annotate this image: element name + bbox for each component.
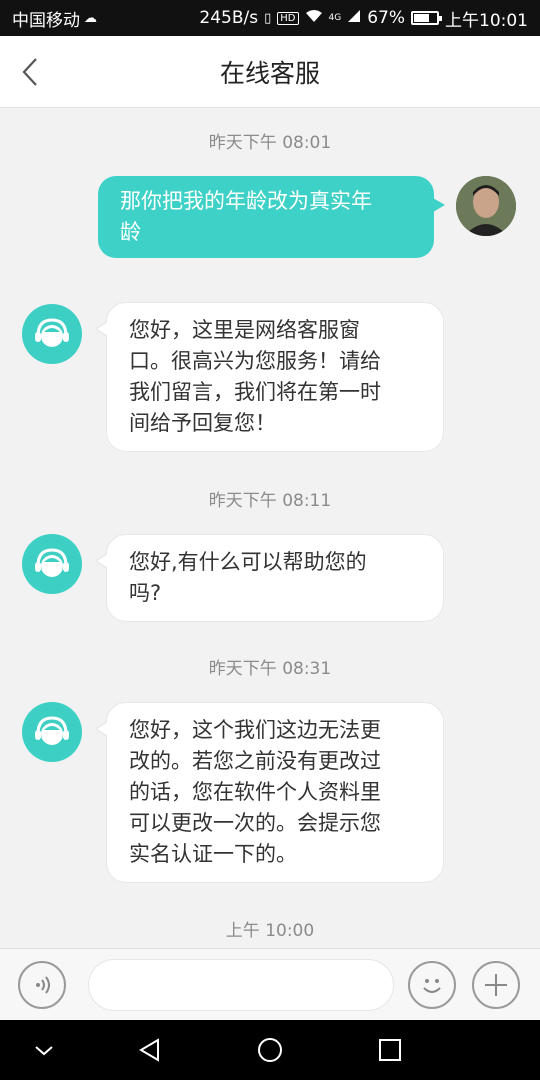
user-message-bubble[interactable]: 那你把我的年龄改为真实年 龄	[98, 176, 445, 258]
message-line: 可以更改一次的。会提示您	[129, 811, 381, 835]
message-line: 龄	[120, 220, 141, 244]
status-left: 中国移动 ☁	[12, 6, 97, 31]
service-avatar[interactable]	[22, 304, 82, 364]
cloud-icon: ☁	[84, 10, 97, 26]
service-avatar[interactable]	[22, 702, 82, 762]
status-right: 245B/s ▯ HD 4G 67% 上午10:01	[199, 6, 528, 31]
message-line: 我们留言，我们将在第一时	[129, 380, 381, 404]
nav-back-button[interactable]	[134, 1034, 166, 1066]
home-circle-icon	[258, 1038, 282, 1062]
network-type: 4G	[328, 13, 342, 23]
timestamp: 昨天下午 08:31	[208, 659, 332, 679]
nav-home-button[interactable]	[254, 1034, 286, 1066]
service-message-bubble[interactable]: 您好，这里是网络客服窗 口。很高兴为您服务！请给 我们留言，我们将在第一时 间给…	[95, 302, 444, 452]
clock: 上午10:01	[445, 10, 528, 31]
chat-header: 在线客服	[0, 36, 540, 108]
message-line: 口。很高兴为您服务！请给	[129, 349, 381, 373]
headset-icon	[35, 548, 69, 577]
timestamp: 昨天下午 08:11	[208, 491, 332, 511]
app: 中国移动 ☁ 245B/s ▯ HD 4G 67% 上午10:01 在线客服 昨…	[0, 0, 540, 1080]
network-speed: 245B/s	[199, 8, 259, 28]
nav-hide-keyboard-button[interactable]	[28, 1034, 60, 1066]
headset-icon	[35, 716, 69, 745]
voice-icon	[36, 976, 50, 994]
chevron-down-icon	[35, 1046, 53, 1056]
service-avatar[interactable]	[22, 534, 82, 594]
battery-icon	[411, 11, 442, 25]
chat-list[interactable]: 昨天下午 08:01 那你把我的年龄改为真实年 龄 您好，这里是网络客服窗 口。…	[0, 108, 540, 948]
system-nav-bar	[0, 1020, 540, 1080]
user-avatar[interactable]	[456, 176, 516, 236]
plus-icon	[485, 974, 507, 996]
input-bar	[0, 948, 540, 1020]
battery-percent: 67%	[367, 8, 405, 28]
nav-recents-button[interactable]	[374, 1034, 406, 1066]
message-line: 那你把我的年龄改为真实年	[120, 189, 372, 213]
triangle-back-icon	[139, 1038, 159, 1062]
voice-button[interactable]	[18, 961, 66, 1009]
service-message-bubble[interactable]: 您好，这个我们这边无法更 改的。若您之前没有更改过 的话，您在软件个人资料里 可…	[95, 702, 444, 883]
back-button[interactable]	[16, 56, 48, 88]
timestamp: 上午 10:00	[225, 921, 315, 941]
square-recent-icon	[379, 1039, 401, 1061]
vibrate-icon: ▯	[264, 10, 272, 26]
headset-icon	[35, 318, 69, 347]
signal-icon	[347, 9, 361, 27]
message-line: 您好，这里是网络客服窗	[129, 318, 360, 342]
message-line: 您好，这个我们这边无法更	[129, 718, 381, 742]
wifi-icon	[305, 9, 323, 27]
message-line: 的话，您在软件个人资料里	[129, 780, 381, 804]
message-line: 实名认证一下的。	[129, 842, 297, 866]
carrier-label: 中国移动	[12, 10, 80, 31]
service-message-bubble[interactable]: 您好,有什么可以帮助您的 吗?	[95, 534, 444, 622]
message-line: 您好,有什么可以帮助您的	[129, 550, 367, 574]
timestamp: 昨天下午 08:01	[208, 133, 332, 153]
hd-badge: HD	[277, 11, 299, 25]
message-input[interactable]	[88, 959, 394, 1011]
emoji-icon	[423, 979, 441, 993]
battery-fill	[414, 14, 429, 22]
status-bar: 中国移动 ☁ 245B/s ▯ HD 4G 67% 上午10:01	[0, 0, 540, 36]
user-photo-icon	[456, 176, 516, 236]
message-line: 间给予回复您！	[129, 411, 276, 435]
message-line: 吗?	[129, 581, 162, 605]
page-title: 在线客服	[219, 58, 320, 88]
back-arrow-icon	[22, 58, 37, 86]
message-line: 改的。若您之前没有更改过	[129, 749, 381, 773]
plus-button[interactable]	[472, 961, 520, 1009]
emoji-button[interactable]	[408, 961, 456, 1009]
